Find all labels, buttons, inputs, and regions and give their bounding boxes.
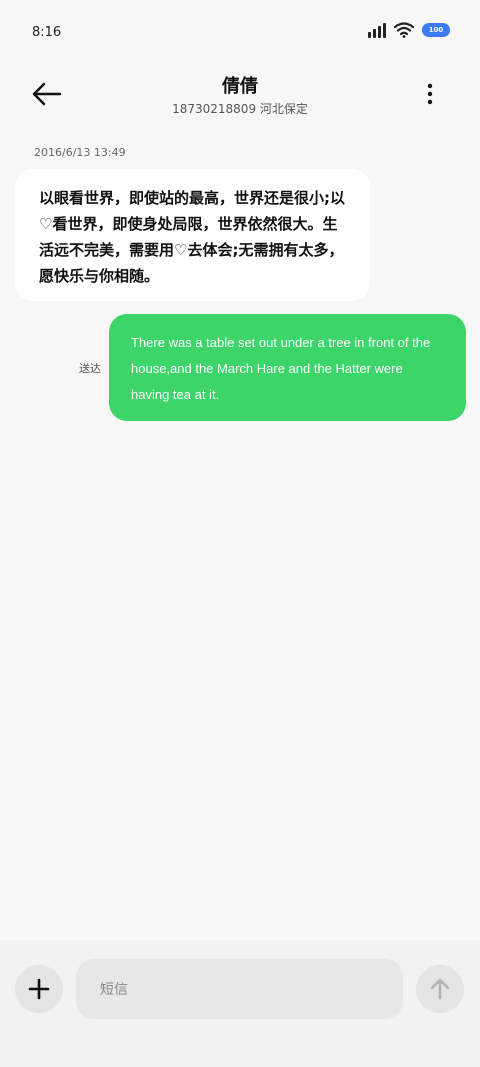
more-vertical-icon [427, 83, 433, 105]
message-input-placeholder: 短信 [100, 982, 128, 998]
status-icons: 100 [368, 22, 450, 38]
delivery-status: 送达 [79, 362, 101, 375]
status-time: 8:16 [32, 25, 62, 40]
outgoing-message-text: There was a table set out under a tree i… [131, 335, 431, 402]
arrow-up-icon [430, 978, 450, 1000]
battery-icon: 100 [422, 23, 450, 37]
incoming-message-text: 以眼看世界，即使站的最高，世界还是很小;以♡看世界，即使身处局限，世界依然很大。… [39, 189, 346, 285]
header: 倩倩 18730218809 河北保定 [0, 64, 480, 124]
incoming-message-bubble[interactable]: 以眼看世界，即使站的最高，世界还是很小;以♡看世界，即使身处局限，世界依然很大。… [15, 169, 370, 301]
message-timestamp: 2016/6/13 13:49 [34, 146, 126, 159]
signal-icon [368, 22, 386, 38]
battery-level: 100 [428, 26, 444, 34]
contact-detail: 18730218809 河北保定 [172, 102, 308, 116]
message-input[interactable]: 短信 [76, 959, 403, 1019]
plus-icon [28, 978, 50, 1000]
more-button[interactable] [420, 82, 440, 110]
wifi-icon [394, 22, 414, 38]
contact-name: 倩倩 [222, 76, 258, 97]
add-attachment-button[interactable] [15, 965, 63, 1013]
send-button[interactable] [416, 965, 464, 1013]
status-bar: 8:16 100 [0, 0, 480, 60]
outgoing-message-bubble[interactable]: There was a table set out under a tree i… [109, 314, 466, 421]
